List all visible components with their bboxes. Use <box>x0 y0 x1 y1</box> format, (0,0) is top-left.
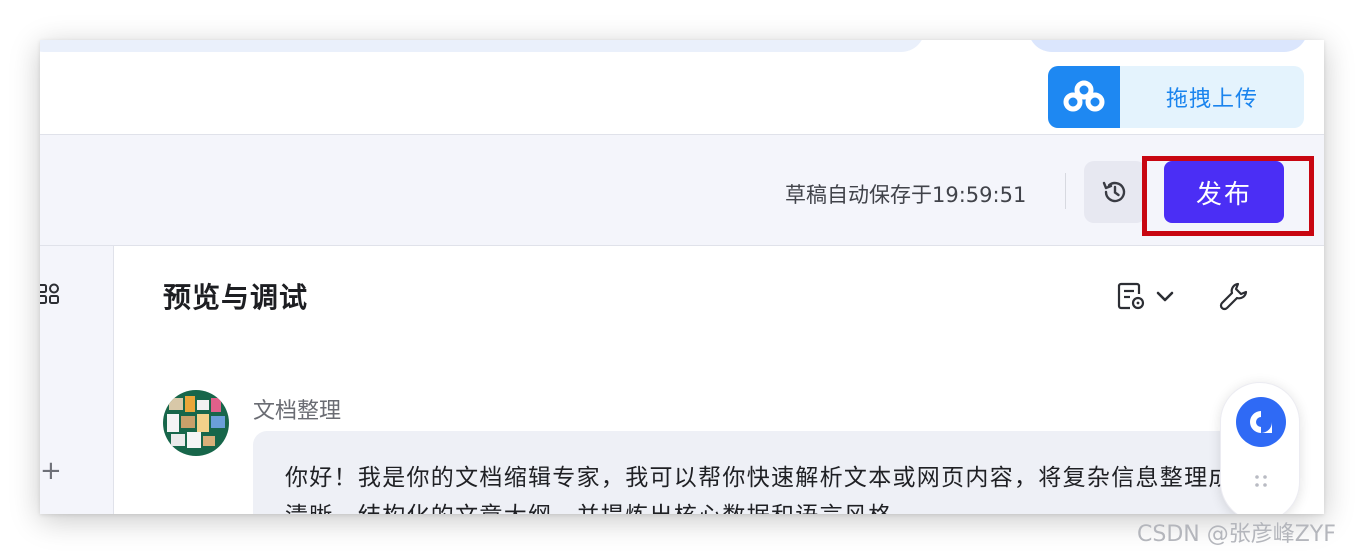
drag-upload-label: 拖拽上传 <box>1165 87 1258 112</box>
app-window: 拖拽上传 草稿自动保存于19:59:51 发布 + 预览与调试 文档整理 你好！… <box>40 40 1324 514</box>
add-icon[interactable]: + <box>40 458 62 484</box>
csdn-watermark: CSDN @张彦峰ZYF <box>1137 522 1336 547</box>
document-settings-icon <box>1117 282 1145 310</box>
apps-grid-icon[interactable] <box>40 282 62 306</box>
history-button[interactable] <box>1084 161 1146 223</box>
editor-toolbar: 草稿自动保存于19:59:51 发布 <box>40 134 1324 246</box>
panel-title: 预览与调试 <box>163 281 309 314</box>
chevron-down-icon <box>1156 291 1174 302</box>
drag-handle-icon[interactable] <box>1254 473 1268 489</box>
history-icon <box>1102 181 1126 203</box>
drag-upload-button[interactable]: 拖拽上传 <box>1048 66 1304 128</box>
left-panel: + <box>40 246 114 514</box>
wrench-icon <box>1219 282 1248 311</box>
top-action-pill[interactable] <box>1028 40 1308 52</box>
bot-name: 文档整理 <box>253 399 342 424</box>
chat-message-bubble: 你好！我是你的文档缩辑专家，我可以帮你快速解析文本或网页内容，将复杂信息整理成清… <box>253 431 1273 514</box>
autosave-status: 草稿自动保存于19:59:51 <box>785 183 1027 207</box>
chat-message-text: 你好！我是你的文档缩辑专家，我可以帮你快速解析文本或网页内容，将复杂信息整理成清… <box>285 465 1231 514</box>
debug-settings-button[interactable] <box>1218 280 1250 316</box>
top-input-strip <box>40 40 925 52</box>
publish-highlight-box: 发布 <box>1142 156 1314 236</box>
toolbar-divider <box>1065 173 1066 209</box>
assistant-icon[interactable] <box>1236 397 1286 447</box>
publish-button[interactable]: 发布 <box>1164 161 1284 223</box>
bot-avatar <box>163 390 229 456</box>
document-options-button[interactable] <box>1115 280 1175 312</box>
floating-assistant-dock[interactable] <box>1220 382 1300 514</box>
cloud-drive-logo-icon <box>1048 66 1120 128</box>
